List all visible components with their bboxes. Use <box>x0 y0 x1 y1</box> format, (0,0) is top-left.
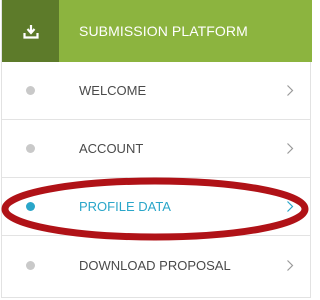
nav-item-label: ACCOUNT <box>79 141 144 156</box>
chevron-right-icon <box>270 142 310 155</box>
status-dot <box>26 260 35 270</box>
nav-item-welcome[interactable]: WELCOME <box>2 62 310 120</box>
status-dot-active <box>26 202 35 211</box>
submission-nav-panel: SUBMISSION PLATFORM WELCOME ACCOUNT PROF… <box>1 0 312 298</box>
status-dot <box>26 144 35 153</box>
nav-item-label: WELCOME <box>79 83 147 98</box>
nav-item-account[interactable]: ACCOUNT <box>2 120 310 178</box>
header-icon-cell <box>2 0 59 62</box>
chevron-right-icon <box>270 200 310 213</box>
bullet-cell <box>2 236 59 294</box>
panel-header: SUBMISSION PLATFORM <box>2 0 312 62</box>
nav-menu: WELCOME ACCOUNT PROFILE DATA DOWNLOAD PR… <box>2 62 310 294</box>
bullet-cell <box>2 120 59 177</box>
nav-item-profile-data[interactable]: PROFILE DATA <box>2 178 310 236</box>
header-title-cell: SUBMISSION PLATFORM <box>59 0 312 62</box>
nav-item-label: PROFILE DATA <box>79 199 171 214</box>
nav-item-label: DOWNLOAD PROPOSAL <box>79 257 231 273</box>
chevron-right-icon <box>270 84 310 97</box>
chevron-right-icon <box>270 259 310 272</box>
status-dot <box>26 86 35 95</box>
nav-item-download-proposal[interactable]: DOWNLOAD PROPOSAL <box>2 236 310 294</box>
bullet-cell <box>2 178 59 235</box>
header-title: SUBMISSION PLATFORM <box>79 23 248 39</box>
bullet-cell <box>2 62 59 119</box>
download-tray-icon <box>22 24 39 39</box>
